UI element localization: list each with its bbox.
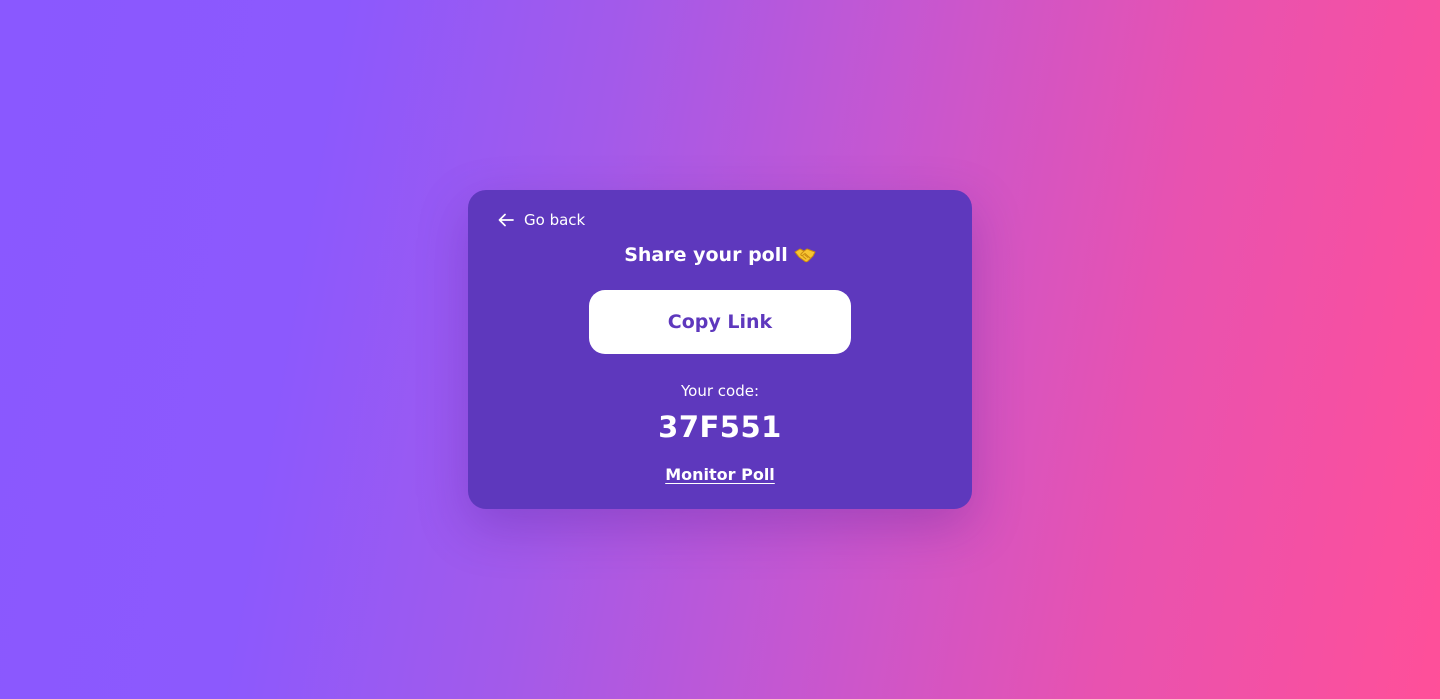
code-label: Your code: — [680, 382, 760, 400]
go-back-label: Go back — [524, 211, 586, 229]
handshake-icon — [794, 244, 816, 270]
monitor-poll-link[interactable]: Monitor Poll — [665, 465, 775, 484]
share-poll-card: Go back Share your poll Copy Link Your c… — [468, 190, 972, 509]
monitor-poll-row: Monitor Poll — [468, 464, 972, 486]
title-text: Share your poll — [624, 244, 788, 266]
copy-link-button[interactable]: Copy Link — [589, 290, 851, 354]
arrow-left-icon — [498, 213, 514, 227]
page-title: Share your poll — [468, 242, 972, 270]
poll-code: 37F551 — [658, 410, 782, 444]
go-back-link[interactable]: Go back — [498, 210, 585, 230]
page-background: { "colors": { "card_background": "#5e38b… — [0, 0, 1440, 699]
